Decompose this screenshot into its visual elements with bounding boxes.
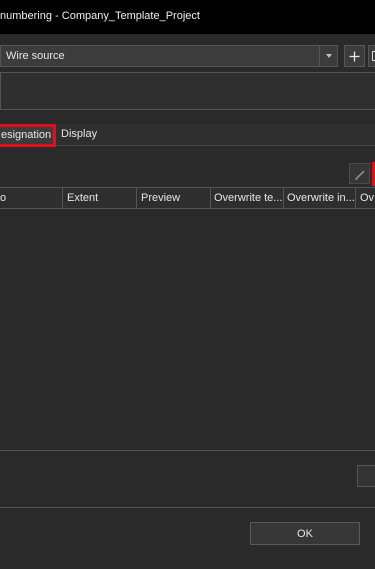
pencil-icon bbox=[355, 170, 365, 181]
bottom-panel bbox=[0, 450, 375, 507]
side-button[interactable] bbox=[357, 465, 375, 487]
chevron-down-icon[interactable] bbox=[319, 46, 337, 66]
edit-button[interactable] bbox=[349, 163, 370, 184]
grid-body[interactable] bbox=[0, 209, 375, 450]
copy-button[interactable] bbox=[368, 45, 375, 67]
configuration-select-value: Wire source bbox=[6, 50, 65, 62]
column-header-no[interactable]: o bbox=[0, 188, 63, 208]
column-header-extent[interactable]: Extent bbox=[64, 188, 137, 208]
description-field[interactable] bbox=[0, 72, 375, 110]
tab-designation-label: esignation bbox=[1, 129, 52, 141]
ok-button-label: OK bbox=[297, 527, 313, 540]
configuration-select[interactable]: Wire source bbox=[0, 45, 338, 67]
footer-divider bbox=[0, 507, 375, 508]
column-header-overwrite-text[interactable]: Overwrite te... bbox=[211, 188, 284, 208]
tab-display-label: Display bbox=[61, 128, 98, 140]
ok-button[interactable]: OK bbox=[250, 522, 360, 545]
title-bar: numbering - Company_Template_Project bbox=[0, 0, 375, 34]
column-header-overwrite[interactable]: Ov bbox=[357, 188, 375, 208]
grid-header: o Extent Preview Overwrite te... Overwri… bbox=[0, 187, 375, 209]
column-header-overwrite-in[interactable]: Overwrite in... bbox=[284, 188, 356, 208]
plus-icon bbox=[349, 51, 360, 61]
tab-designation[interactable]: esignation bbox=[0, 124, 56, 147]
tab-strip: esignation Display bbox=[0, 124, 375, 147]
column-header-preview[interactable]: Preview bbox=[138, 188, 211, 208]
add-button[interactable] bbox=[344, 45, 365, 67]
tab-display[interactable]: Display bbox=[61, 124, 111, 146]
window-title: numbering - Company_Template_Project bbox=[0, 10, 200, 22]
grid-toolbar bbox=[0, 147, 375, 187]
